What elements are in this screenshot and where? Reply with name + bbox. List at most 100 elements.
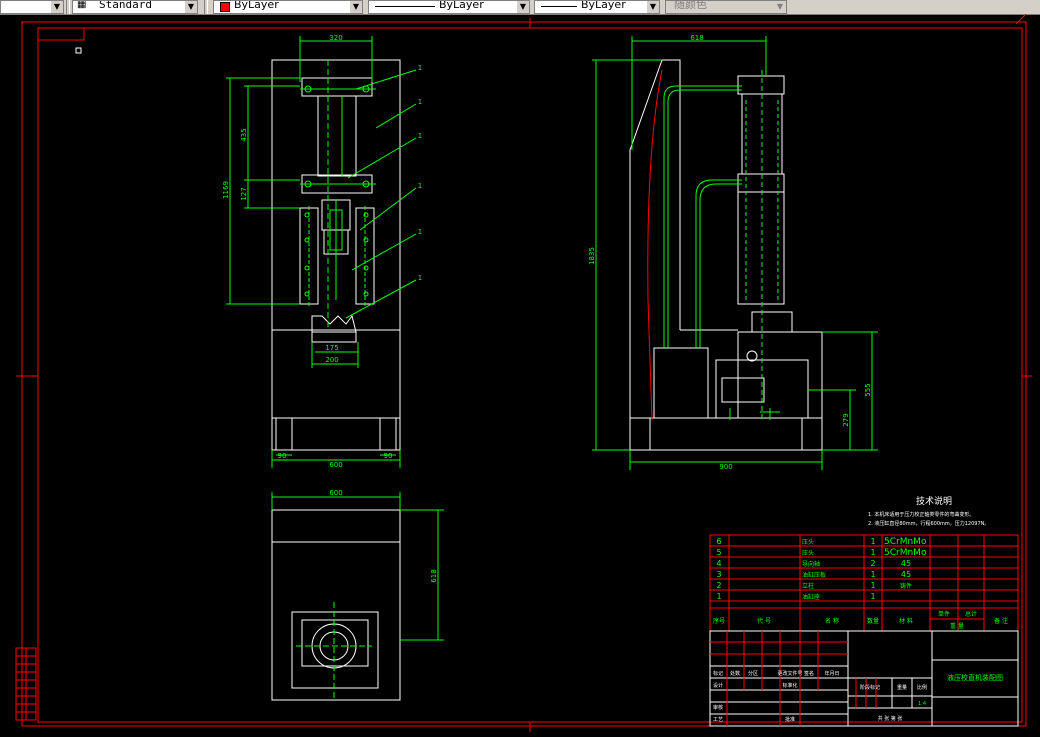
plotstyle-value: 随颜色 <box>674 0 707 11</box>
drawing-canvas[interactable]: 320 600 90 90 175 200 435 127 1169 1 1 1… <box>0 14 1040 737</box>
linetype-sample <box>375 6 435 7</box>
tech-notes-title: 技术说明 <box>916 495 952 507</box>
dim-side-top-width: 618 <box>690 34 703 42</box>
bom-qty: 1 <box>870 570 875 579</box>
lineweight-value: ByLayer <box>581 0 626 11</box>
color-swatch <box>220 2 230 12</box>
chevron-down-icon[interactable]: ▼ <box>774 1 786 13</box>
drawing-frame <box>16 14 1032 732</box>
dim-top-width: 600 <box>329 489 342 497</box>
dimstyle-dropdown[interactable]: ▼ <box>0 0 64 14</box>
properties-toolbar: ▼ ▦ Standard ▼ ByLayer ▼ ByLayer ▼ ByLay… <box>0 0 1040 15</box>
bom-name: 导向轴 <box>802 560 820 568</box>
bom-no: 1 <box>716 592 721 601</box>
chevron-down-icon[interactable]: ▼ <box>51 1 63 13</box>
bom-header-cell: 序号 <box>713 617 725 625</box>
dim-front-base-width: 600 <box>329 461 342 469</box>
bom-no: 5 <box>716 548 721 557</box>
title-block: 标记 处数 分区 更改文件号 签名 年月日 设计 标准化 阶段标记 重量 比例 … <box>709 630 1019 727</box>
titleblock-label: 处数 <box>730 670 740 677</box>
titleblock-label: 审核 <box>713 704 723 711</box>
bom-header-cell: 材 料 <box>899 617 913 625</box>
drawing-title: 液压校直机装配图 <box>947 673 1003 682</box>
bom-name: 压头 <box>802 549 814 557</box>
textstyle-dropdown[interactable]: ▦ Standard ▼ <box>72 0 198 14</box>
bom-header-cell: 单件 <box>938 610 950 618</box>
dim-die-outer: 200 <box>325 356 338 364</box>
bom-material: 45 <box>901 570 911 579</box>
plotstyle-dropdown[interactable]: 随颜色 ▼ <box>665 0 787 14</box>
bom-header-cell: 备 注 <box>994 617 1008 625</box>
chevron-down-icon[interactable]: ▼ <box>350 1 362 13</box>
bom-header-cell: 数量 <box>867 617 879 625</box>
linetype-dropdown[interactable]: ByLayer ▼ <box>368 0 530 14</box>
titleblock-label: 标记 <box>713 670 723 677</box>
bom-no: 2 <box>716 581 721 590</box>
leader-label: 1 <box>418 98 422 106</box>
bom-qty: 2 <box>870 559 875 568</box>
leader-label: 1 <box>418 228 422 236</box>
dim-front-upper: 435 <box>240 128 248 141</box>
titleblock-label: 分区 <box>748 670 758 677</box>
bom-material: 5CrMnMo <box>884 537 927 547</box>
dim-side-base-width: 900 <box>719 463 732 471</box>
tech-note-line: 2. 液压缸直径80mm，行程600mm，压力12097N。 <box>868 520 989 527</box>
bom-qty: 1 <box>870 537 875 546</box>
chevron-down-icon[interactable]: ▼ <box>647 1 659 13</box>
titleblock-label: 设计 <box>713 682 723 689</box>
side-view: 618 900 1835 555 279 <box>588 34 878 471</box>
titleblock-label: 重量 <box>897 684 907 691</box>
dim-front-foot-left: 90 <box>278 452 287 460</box>
dim-die-inner: 175 <box>325 344 338 352</box>
chevron-down-icon[interactable]: ▼ <box>517 1 529 13</box>
color-value: ByLayer <box>234 0 279 11</box>
front-view: 320 600 90 90 175 200 435 127 1169 1 1 1… <box>222 34 422 469</box>
linetype-value: ByLayer <box>439 0 484 11</box>
titleblock-label: 标准化 <box>782 682 797 689</box>
dim-front-top-width: 320 <box>329 34 342 42</box>
titleblock-scale: 1:4 <box>918 701 926 707</box>
chevron-down-icon[interactable]: ▼ <box>185 1 197 13</box>
bom-name: 压头 <box>802 538 814 546</box>
leader-label: 1 <box>418 132 422 140</box>
titleblock-label: 批准 <box>785 716 795 723</box>
textstyle-icon: ▦ <box>77 0 87 10</box>
leader-label: 1 <box>418 64 422 72</box>
bom-no: 3 <box>716 570 721 579</box>
bom-header-cell: 代 号 <box>757 617 771 625</box>
bom-no: 4 <box>716 559 721 568</box>
dim-side-mid-height: 555 <box>864 383 872 396</box>
bom-name: 油缸座 <box>802 593 820 601</box>
lineweight-sample <box>541 6 577 7</box>
bom-name: 立柱 <box>802 582 814 590</box>
leader-label: 1 <box>418 274 422 282</box>
color-dropdown[interactable]: ByLayer ▼ <box>213 0 363 14</box>
bom-no: 6 <box>716 537 721 546</box>
bom-header-cell: 总计 <box>965 610 977 618</box>
bom-qty: 1 <box>870 592 875 601</box>
bom-qty: 1 <box>870 581 875 590</box>
titleblock-label: 阶段标记 <box>860 684 880 691</box>
top-view: 600 618 <box>271 489 444 701</box>
dim-front-total: 1169 <box>222 181 230 199</box>
titleblock-label: 签名 <box>804 670 814 677</box>
bom-name: 油缸压板 <box>802 571 826 579</box>
tech-note-line: 1. 本机床适用于压力校正轴类零件的弯曲变形。 <box>868 511 974 518</box>
dim-front-foot-right: 90 <box>384 452 393 460</box>
bom-qty: 1 <box>870 548 875 557</box>
bom-header-sub: 重 量 <box>950 622 964 630</box>
dim-side-total-height: 1835 <box>588 247 596 265</box>
lineweight-dropdown[interactable]: ByLayer ▼ <box>534 0 660 14</box>
textstyle-value: Standard <box>99 0 152 11</box>
bom-table: 6 压头 1 5CrMnMo 5 压头 1 5CrMnMo 4 导向轴 2 45… <box>709 534 1019 632</box>
dim-side-low-height: 279 <box>842 413 850 426</box>
bom-header-cell: 名 称 <box>825 617 839 625</box>
dim-top-depth: 618 <box>430 569 438 582</box>
titleblock-label: 共 张 第 张 <box>878 715 903 722</box>
dim-front-lower: 127 <box>240 187 248 200</box>
bom-material: 5CrMnMo <box>884 548 927 558</box>
tech-notes: 技术说明 1. 本机床适用于压力校正轴类零件的弯曲变形。 2. 液压缸直径80m… <box>868 495 989 527</box>
titleblock-label: 更改文件号 <box>777 670 802 677</box>
bom-material: 铸件 <box>900 582 912 590</box>
titleblock-label: 比例 <box>917 684 927 691</box>
